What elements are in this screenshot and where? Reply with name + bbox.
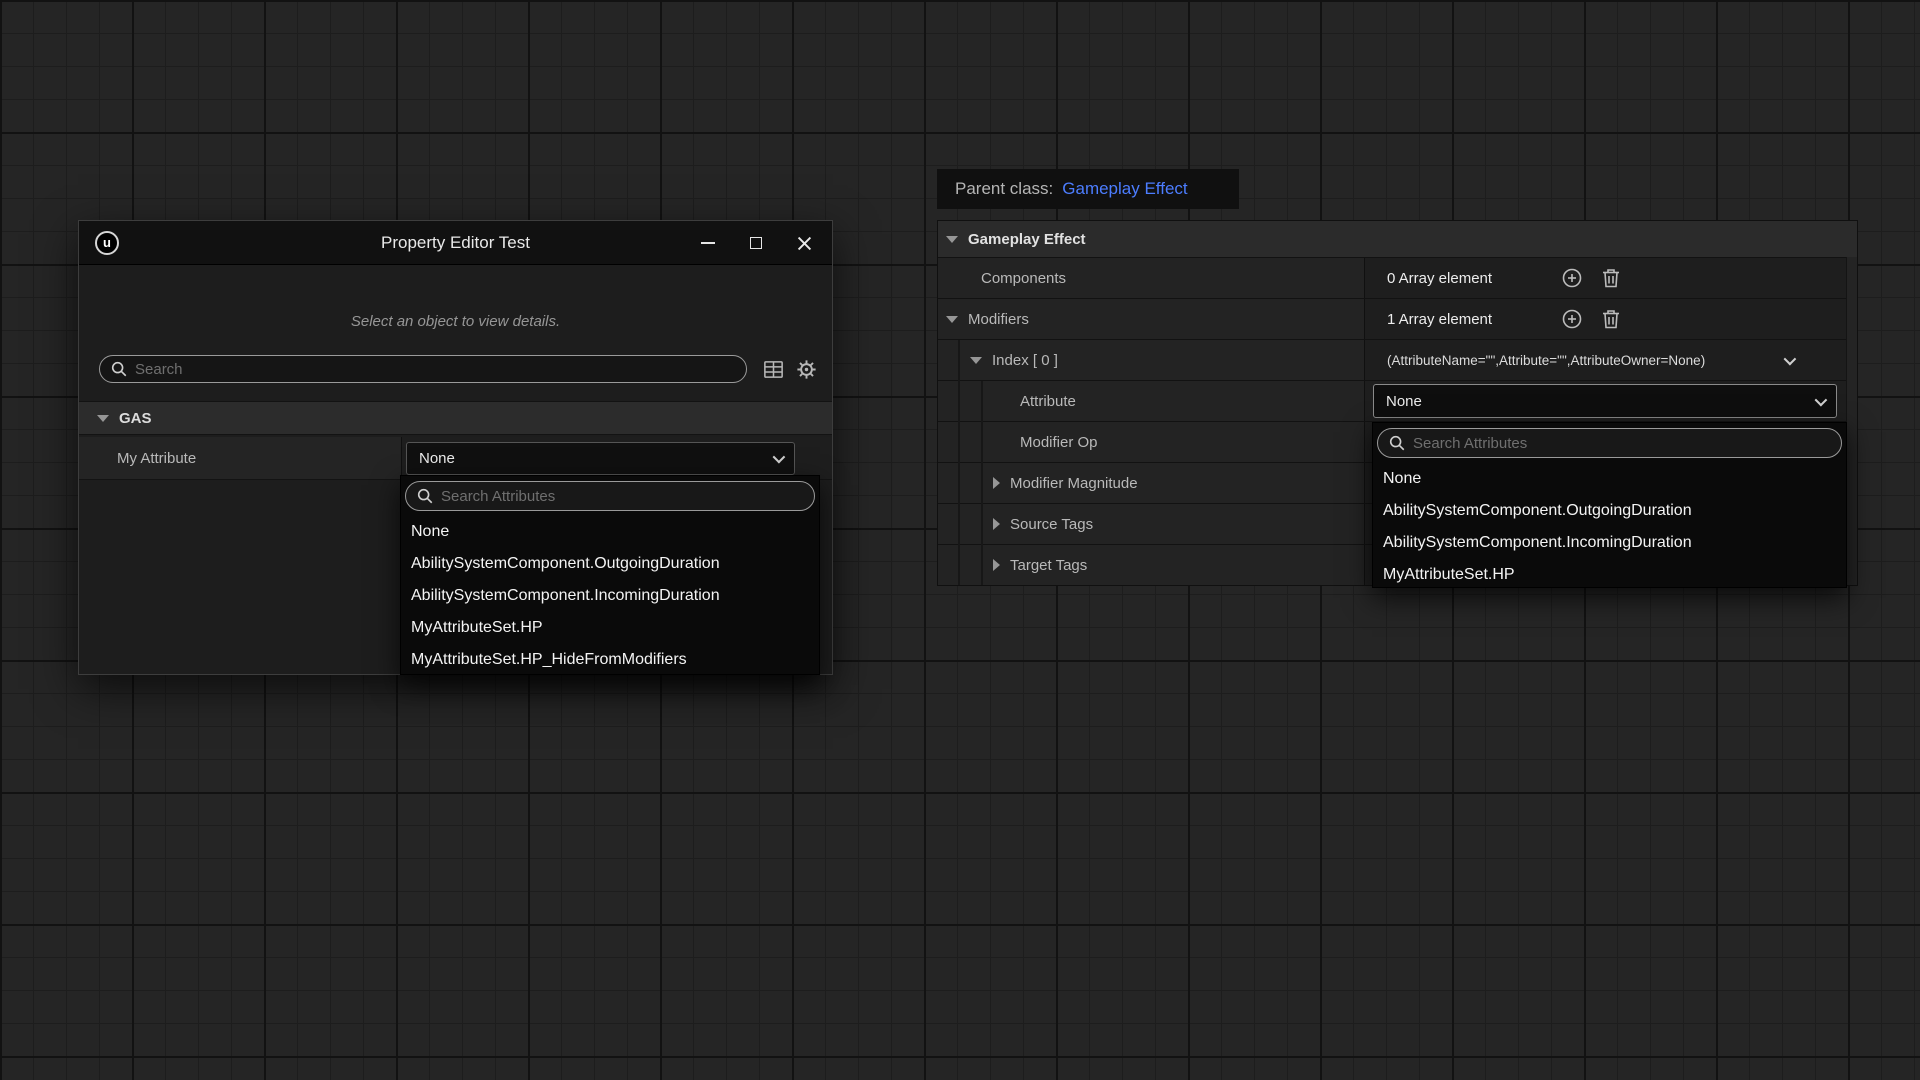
delete-elements-icon[interactable] — [1601, 267, 1621, 289]
dropdown-option[interactable]: MyAttributeSet.HP_HideFromModifiers — [401, 644, 819, 676]
parent-class-link[interactable]: Gameplay Effect — [1062, 179, 1187, 199]
combobox-value: None — [1386, 393, 1422, 410]
array-count: 1 Array element — [1387, 311, 1492, 328]
details-view-icon[interactable] — [762, 358, 785, 381]
search-icon — [416, 487, 434, 505]
property-name-cell: Modifier Magnitude — [938, 463, 1364, 503]
attribute-dropdown-right: None AbilitySystemComponent.OutgoingDura… — [1372, 422, 1847, 588]
parent-class-banner: Parent class: Gameplay Effect — [937, 169, 1239, 209]
expander-right-icon[interactable] — [993, 559, 1000, 571]
dropdown-option[interactable]: AbilitySystemComponent.IncomingDuration — [401, 580, 819, 612]
row-index-0: Index [ 0 ] (AttributeName="",Attribute=… — [938, 339, 1857, 380]
row-attribute: Attribute None — [938, 380, 1857, 421]
chevron-down-icon — [773, 451, 786, 464]
expander-right-icon[interactable] — [993, 477, 1000, 489]
dropdown-option[interactable]: None — [401, 516, 819, 548]
array-count: 0 Array element — [1387, 270, 1492, 287]
attribute-search-input[interactable] — [441, 488, 814, 505]
attribute-options: None AbilitySystemComponent.OutgoingDura… — [401, 516, 819, 676]
property-name-cell: My Attribute — [79, 437, 401, 480]
property-name: Components — [981, 270, 1066, 287]
attribute-combobox[interactable]: None — [1373, 384, 1837, 418]
row-modifiers: Modifiers 1 Array element — [938, 298, 1857, 339]
combobox-value: None — [419, 450, 455, 467]
dropdown-option[interactable]: AbilitySystemComponent.OutgoingDuration — [401, 548, 819, 580]
dropdown-option[interactable]: MyAttributeSet.HP — [401, 612, 819, 644]
property-name-cell: Modifiers — [938, 299, 1364, 339]
property-name-cell: Source Tags — [938, 504, 1364, 544]
property-name: Modifier Op — [1020, 434, 1098, 451]
property-value-cell: 0 Array element — [1364, 258, 1857, 298]
expander-down-icon[interactable] — [97, 415, 109, 422]
property-name-cell: Index [ 0 ] — [938, 340, 1364, 380]
dropdown-option[interactable]: AbilitySystemComponent.OutgoingDuration — [1373, 495, 1846, 527]
property-value-cell: None — [401, 437, 832, 480]
property-value-cell: (AttributeName="",Attribute="",Attribute… — [1364, 340, 1857, 380]
attribute-search-input[interactable] — [1413, 435, 1841, 452]
category-label: GAS — [119, 410, 152, 427]
property-name-cell: Components — [938, 258, 1364, 298]
attribute-search-box[interactable] — [1377, 428, 1842, 458]
attribute-search-box[interactable] — [405, 481, 815, 511]
vertical-scrollbar[interactable] — [1846, 257, 1857, 585]
window-search-box[interactable] — [99, 355, 747, 383]
chevron-down-icon — [1815, 393, 1828, 406]
close-button[interactable] — [780, 221, 828, 265]
dropdown-option[interactable]: MyAttributeSet.HP — [1373, 559, 1846, 591]
property-name-cell: Target Tags — [938, 545, 1364, 585]
window-titlebar[interactable]: u Property Editor Test — [79, 221, 832, 265]
empty-selection-hint: Select an object to view details. — [79, 313, 832, 330]
expander-down-icon[interactable] — [946, 316, 958, 323]
category-row-gameplay-effect[interactable]: Gameplay Effect — [938, 221, 1857, 257]
indent-guide — [981, 381, 983, 585]
my-attribute-combobox[interactable]: None — [406, 442, 795, 475]
settings-gear-icon[interactable] — [795, 358, 818, 381]
indent-guide — [958, 340, 960, 585]
property-name: Source Tags — [1010, 516, 1093, 533]
search-icon — [1388, 434, 1406, 452]
property-name-cell: Modifier Op — [938, 422, 1364, 462]
property-name: Index [ 0 ] — [992, 352, 1058, 369]
search-icon — [110, 360, 128, 378]
add-element-icon[interactable] — [1561, 267, 1583, 289]
property-name: Modifiers — [968, 311, 1029, 328]
property-name: Modifier Magnitude — [1010, 475, 1138, 492]
maximize-icon — [750, 237, 762, 249]
attribute-options: None AbilitySystemComponent.OutgoingDura… — [1373, 463, 1846, 591]
property-name: Attribute — [1020, 393, 1076, 410]
property-value-cell: 1 Array element — [1364, 299, 1857, 339]
window-search-input[interactable] — [135, 361, 746, 378]
expander-right-icon[interactable] — [993, 518, 1000, 530]
viewport: Parent class: Gameplay Effect Gameplay E… — [0, 0, 1920, 1080]
maximize-button[interactable] — [732, 221, 780, 265]
attribute-dropdown-left: None AbilitySystemComponent.OutgoingDura… — [400, 475, 820, 675]
category-row-gas[interactable]: GAS — [79, 401, 832, 435]
struct-summary: (AttributeName="",Attribute="",Attribute… — [1387, 353, 1705, 368]
expander-down-icon[interactable] — [946, 236, 958, 243]
property-name: My Attribute — [117, 450, 196, 467]
chevron-down-icon[interactable] — [1784, 352, 1797, 365]
minimize-icon — [701, 242, 715, 244]
delete-elements-icon[interactable] — [1601, 308, 1621, 330]
property-name: Target Tags — [1010, 557, 1087, 574]
dropdown-option[interactable]: AbilitySystemComponent.IncomingDuration — [1373, 527, 1846, 559]
property-value-cell: None — [1364, 381, 1857, 421]
add-element-icon[interactable] — [1561, 308, 1583, 330]
close-icon — [797, 236, 812, 251]
category-label: Gameplay Effect — [968, 231, 1086, 248]
minimize-button[interactable] — [684, 221, 732, 265]
dropdown-option[interactable]: None — [1373, 463, 1846, 495]
property-name-cell: Attribute — [938, 381, 1364, 421]
expander-down-icon[interactable] — [970, 357, 982, 364]
row-my-attribute: My Attribute None — [79, 437, 832, 480]
row-components: Components 0 Array element — [938, 257, 1857, 298]
parent-class-label: Parent class: — [955, 179, 1053, 199]
